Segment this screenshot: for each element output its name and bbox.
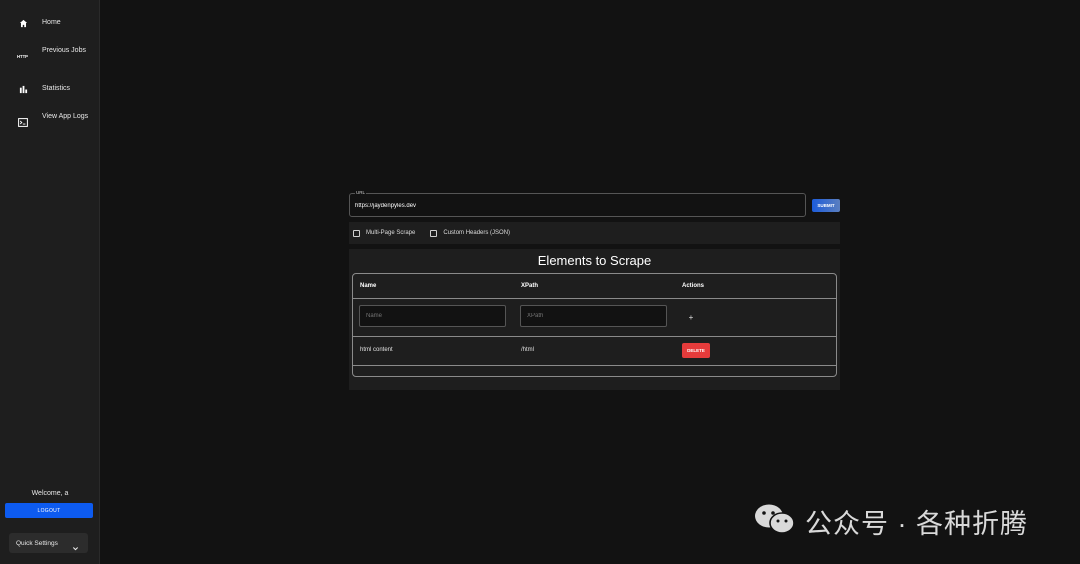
column-header-xpath: XPath (521, 283, 539, 289)
sidebar-item-label: Statistics (42, 85, 71, 92)
name-input[interactable] (359, 305, 506, 327)
custom-headers-option[interactable]: Custom Headers (JSON) (430, 229, 511, 237)
watermark: 公众号 · 各种折腾 (753, 502, 1028, 541)
custom-headers-checkbox[interactable] (430, 229, 438, 237)
multi-page-scrape-checkbox[interactable] (353, 229, 360, 237)
divider (353, 365, 836, 366)
http-icon: HTTP (17, 50, 29, 62)
url-field: URL (349, 190, 806, 217)
logout-button[interactable]: LOGOUT (5, 503, 93, 518)
svg-text:HTTP: HTTP (17, 54, 28, 59)
quick-settings-dropdown[interactable]: Quick Settings (9, 533, 88, 553)
url-label: URL (355, 190, 367, 195)
sidebar-item-label: Previous Jobs (42, 47, 86, 54)
column-header-actions: Actions (682, 283, 705, 289)
xpath-input[interactable] (520, 305, 667, 327)
multi-page-scrape-option[interactable]: Multi-Page Scrape (353, 229, 416, 237)
sidebar-item-view-app-logs[interactable]: View App Logs (0, 111, 100, 133)
sidebar-item-label: Home (42, 19, 61, 26)
terminal-icon (17, 116, 29, 128)
elements-panel: Elements to Scrape Name XPath Actions + … (349, 249, 840, 390)
sidebar-item-previous-jobs[interactable]: HTTP Previous Jobs (0, 45, 100, 67)
add-element-button[interactable]: + (685, 311, 697, 323)
sidebar-item-home[interactable]: Home (0, 17, 100, 29)
row-name: html content (360, 347, 393, 353)
divider (353, 336, 836, 337)
scrape-form: URL SUBMIT Multi-Page Scrape Custom Head… (349, 187, 840, 390)
divider (353, 298, 836, 299)
row-xpath: /html (521, 347, 535, 353)
welcome-text: Welcome, a (31, 490, 69, 497)
options-bar: Multi-Page Scrape Custom Headers (JSON) (349, 222, 840, 244)
column-header-name: Name (360, 283, 377, 289)
sidebar-item-statistics[interactable]: Statistics (0, 83, 100, 95)
elements-title: Elements to Scrape (537, 253, 652, 268)
wechat-icon (753, 502, 797, 541)
url-input[interactable] (355, 201, 795, 211)
chevron-down-icon (72, 539, 79, 557)
delete-button[interactable]: DELETE (682, 343, 710, 358)
sidebar-item-label: View App Logs (42, 113, 89, 120)
elements-table: Name XPath Actions + html content /html … (352, 273, 837, 377)
bar-chart-icon (17, 83, 29, 95)
custom-headers-label: Custom Headers (JSON) (443, 230, 511, 236)
home-icon (17, 17, 29, 29)
submit-button[interactable]: SUBMIT (812, 199, 840, 212)
watermark-text: 公众号 · 各种折腾 (805, 508, 1028, 539)
quick-settings-label: Quick Settings (16, 539, 58, 547)
multi-page-scrape-label: Multi-Page Scrape (366, 230, 416, 236)
sidebar: Home HTTP Previous Jobs Statistics View … (0, 0, 100, 564)
